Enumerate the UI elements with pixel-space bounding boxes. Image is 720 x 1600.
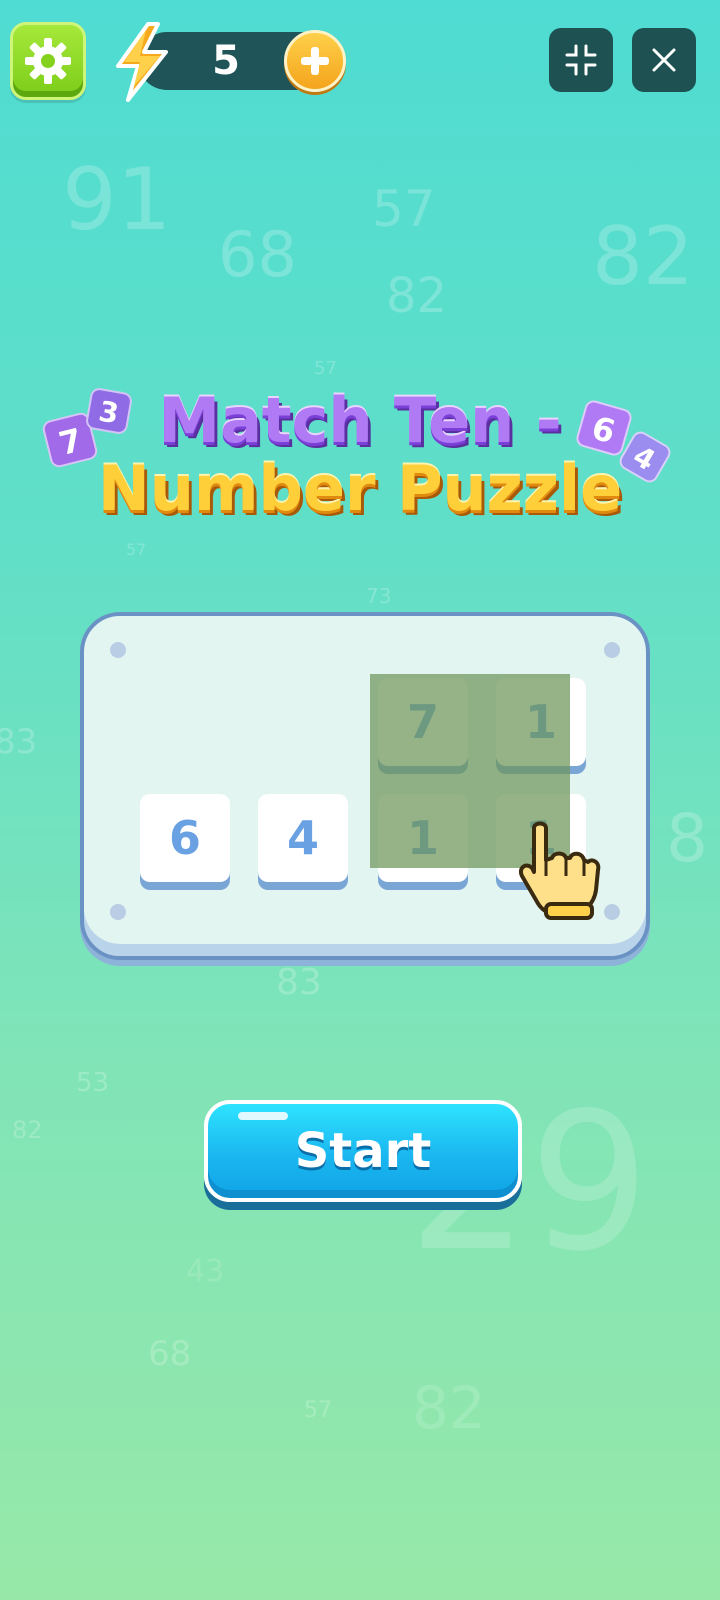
bg-number: 82 xyxy=(592,210,694,303)
board-screw xyxy=(110,904,126,920)
bg-number: 73 xyxy=(366,584,392,608)
start-button-label: Start xyxy=(294,1123,432,1179)
bg-number: 68 xyxy=(218,218,297,291)
minimize-button[interactable] xyxy=(549,28,613,92)
number-tile: 6 xyxy=(140,794,230,882)
board-screw xyxy=(110,642,126,658)
bg-number: 57 xyxy=(126,540,147,559)
close-button[interactable] xyxy=(632,28,696,92)
button-shine xyxy=(238,1112,288,1120)
bg-number: 82 xyxy=(386,268,448,324)
bg-number: 68 xyxy=(148,1334,192,1374)
bg-number: 8 xyxy=(666,800,708,877)
bg-number: 57 xyxy=(372,180,436,238)
plus-icon xyxy=(301,47,329,75)
pointing-hand-icon xyxy=(519,821,601,920)
close-icon xyxy=(652,48,676,72)
lightning-bolt-icon xyxy=(116,22,168,102)
settings-button[interactable] xyxy=(10,22,86,100)
bg-number: 83 xyxy=(0,722,38,762)
collapse-icon xyxy=(565,44,597,76)
bg-number: 83 xyxy=(276,962,322,1003)
bg-number: 91 xyxy=(62,150,172,250)
bg-number: 82 xyxy=(12,1116,43,1144)
bg-number: 43 xyxy=(186,1254,225,1289)
bg-number: 57 xyxy=(304,1398,332,1423)
gear-icon xyxy=(25,38,71,84)
board-screw xyxy=(604,904,620,920)
bg-number: 53 xyxy=(76,1068,110,1098)
board-screw xyxy=(604,642,620,658)
energy-count: 5 xyxy=(212,38,240,84)
game-title: 7 3 6 4 Match Ten - Number Puzzle xyxy=(40,370,680,540)
title-line-2: Number Puzzle xyxy=(97,452,623,525)
add-energy-button[interactable] xyxy=(284,30,346,92)
title-line-1: Match Ten - xyxy=(158,384,562,457)
start-button[interactable]: Start xyxy=(204,1100,522,1202)
bg-number: 82 xyxy=(412,1374,486,1442)
number-tile: 4 xyxy=(258,794,348,882)
